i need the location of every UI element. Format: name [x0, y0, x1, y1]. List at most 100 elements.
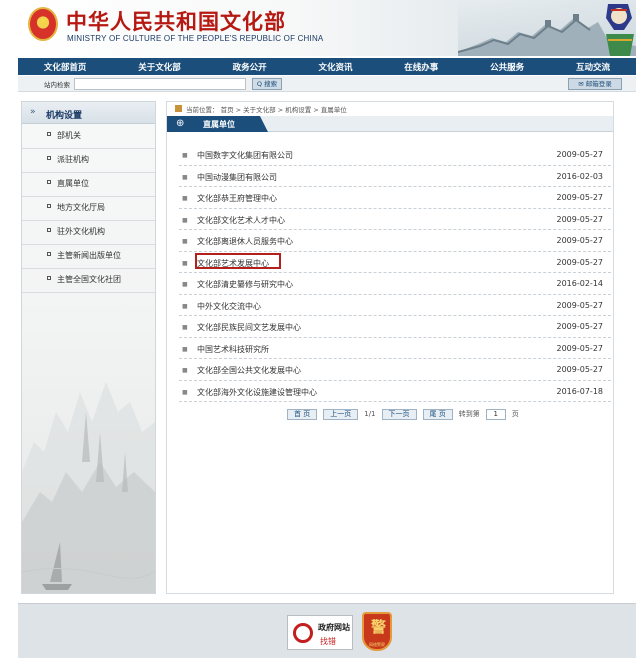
unit-date: 2009-05-27	[556, 322, 604, 331]
search-input[interactable]	[74, 78, 246, 90]
first-page-button[interactable]: 首 页	[287, 408, 318, 420]
sidebar-item-label: 部机关	[57, 131, 81, 140]
nav-home[interactable]: 文化部首页	[44, 61, 87, 73]
sidebar-item-dispatched-agencies[interactable]: 派驻机构	[22, 149, 155, 173]
bullet-icon	[47, 132, 51, 136]
bullet-icon: ■	[182, 216, 188, 224]
section-tab-label: 直属单位	[203, 120, 235, 129]
content-panel: 当前位置： 首页 > 关于文化部 > 机构设置 > 直属单位 ⊕ 直属单位 ■ 中…	[166, 101, 614, 594]
bullet-icon: ■	[182, 195, 188, 202]
search-button[interactable]: Q 搜索	[252, 78, 282, 90]
bullet-icon: ■	[182, 345, 188, 353]
sidebar-title: 机构设置	[46, 111, 83, 121]
unit-link[interactable]: 中国艺术科技研究所	[197, 344, 269, 355]
list-item: ■ 文化部文化艺术人才中心 2009-05-27	[179, 209, 611, 230]
bullet-icon: ■	[182, 302, 188, 310]
chevron-right-icon: »	[30, 107, 36, 117]
bullet-icon	[47, 276, 51, 280]
list-item: ■ 中国数字文化集团有限公司 2009-05-27	[179, 144, 611, 166]
bullet-icon: ■	[182, 152, 188, 159]
unit-link[interactable]: 文化部恭王府管理中心	[197, 193, 277, 204]
nav-interaction[interactable]: 互动交流	[576, 61, 610, 73]
gov-site-report-error-button[interactable]: 政府网站 找错	[287, 615, 353, 650]
list-item: ■ 文化部全国公共文化发展中心 2009-05-27	[179, 359, 611, 381]
sidebar-item-label: 驻外文化机构	[57, 227, 105, 236]
unit-link[interactable]: 文化部清史纂修与研究中心	[197, 279, 293, 290]
bullet-icon: ■	[182, 173, 188, 181]
sidebar-item-ministry-departments[interactable]: 部机关	[22, 125, 155, 149]
sidebar: » 机构设置 部机关 派驻机构 直属单位 地方文化厅局 驻外文化机构 主管新闻出…	[21, 101, 156, 594]
national-emblem-icon: ★	[28, 7, 58, 41]
bullet-icon	[47, 228, 51, 232]
police-badge-glyph: 警	[371, 618, 387, 636]
sidebar-item-affiliated-units[interactable]: 直属单位	[22, 173, 155, 197]
bullet-icon: ■	[182, 367, 188, 374]
unit-link[interactable]: 文化部全国公共文化发展中心	[197, 365, 301, 376]
unit-date: 2009-05-27	[556, 236, 604, 245]
gov-site-action: 找错	[320, 637, 336, 646]
mail-login-button[interactable]: ✉ 邮箱登录	[568, 78, 622, 90]
nav-public-services[interactable]: 公共服务	[490, 61, 524, 73]
sidebar-item-local-bureaus[interactable]: 地方文化厅局	[22, 197, 155, 221]
unit-date: 2009-05-27	[556, 300, 604, 310]
unit-link[interactable]: 中国数字文化集团有限公司	[197, 150, 293, 161]
search-label: 站内检索	[44, 81, 70, 89]
sidebar-item-label: 地方文化厅局	[57, 203, 105, 212]
list-item: ■ 文化部民族民间文艺发展中心 2009-05-27	[179, 316, 611, 338]
unit-date: 2016-02-14	[556, 279, 604, 288]
sidebar-item-cultural-societies[interactable]: 主管全国文化社团	[22, 269, 155, 293]
site-subtitle: MINISTRY OF CULTURE OF THE PEOPLE'S REPU…	[67, 34, 324, 43]
unit-link[interactable]: 文化部离退休人员服务中心	[197, 236, 293, 247]
unit-date: 2009-05-27	[556, 257, 604, 267]
bullet-icon: ■	[182, 388, 188, 396]
bullet-icon: ■	[182, 281, 188, 288]
police-badge-icon[interactable]: 警 网络警察	[362, 612, 392, 651]
bullet-icon	[47, 252, 51, 256]
list-item: ■ 文化部恭王府管理中心 2009-05-27	[179, 187, 611, 209]
nav-news[interactable]: 文化资讯	[318, 61, 352, 73]
prev-page-button[interactable]: 上一页	[323, 408, 359, 420]
police-badge-label: 网络警察	[369, 642, 385, 647]
unit-date: 2009-05-27	[556, 343, 604, 353]
last-page-button[interactable]: 尾 页	[422, 408, 453, 420]
bullet-icon	[47, 204, 51, 208]
nav-gov-affairs[interactable]: 政务公开	[233, 61, 267, 73]
page-number-input[interactable]: 1	[485, 408, 506, 420]
goto-label: 转到第	[458, 410, 480, 418]
highlight-box	[195, 253, 281, 269]
site-header: ★ 中华人民共和国文化部 MINISTRY OF CULTURE OF THE …	[18, 0, 636, 56]
list-item: ■ 文化部清史纂修与研究中心 2016-02-14	[179, 273, 611, 295]
sidebar-header: » 机构设置	[22, 102, 155, 124]
bullet-icon	[47, 180, 51, 184]
list-item: ■ 文化部离退休人员服务中心 2009-05-27	[179, 230, 611, 252]
list-item: ■ 中外文化交流中心 2009-05-27	[179, 295, 611, 316]
nav-about[interactable]: 关于文化部	[138, 61, 181, 73]
nav-online-services[interactable]: 在线办事	[404, 61, 438, 73]
unit-link[interactable]: 文化部海外文化设施建设管理中心	[197, 387, 317, 398]
page-suffix: 页	[511, 410, 519, 418]
main-nav: 文化部首页 关于文化部 政务公开 文化资讯 在线办事 公共服务 互动交流	[18, 58, 636, 75]
unit-date: 2016-07-18	[556, 386, 604, 396]
page: ★ 中华人民共和国文化部 MINISTRY OF CULTURE OF THE …	[0, 0, 640, 658]
sidebar-item-press-publishing[interactable]: 主管新闻出版单位	[22, 245, 155, 269]
sidebar-item-label: 主管新闻出版单位	[57, 251, 121, 260]
sidebar-item-label: 派驻机构	[57, 155, 89, 164]
unit-date: 2009-05-27	[556, 193, 604, 202]
sidebar-item-label: 直属单位	[57, 179, 89, 188]
list-item: ■ 文化部海外文化设施建设管理中心 2016-07-18	[179, 381, 611, 402]
unit-link[interactable]: 文化部文化艺术人才中心	[197, 215, 285, 226]
site-title: 中华人民共和国文化部	[66, 9, 286, 34]
ink-landscape-image	[22, 382, 155, 593]
unit-date: 2009-05-27	[556, 150, 604, 159]
unit-link[interactable]: 中外文化交流中心	[197, 301, 261, 312]
next-page-button[interactable]: 下一页	[381, 408, 417, 420]
breadcrumb: 当前位置： 首页 > 关于文化部 > 机构设置 > 直属单位	[186, 106, 347, 114]
unit-link[interactable]: 中国动漫集团有限公司	[197, 172, 277, 183]
unit-link[interactable]: 文化部民族民间文艺发展中心	[197, 322, 301, 333]
footer: 政府网站 找错 警 网络警察	[18, 603, 636, 658]
magnifier-icon	[293, 623, 313, 643]
page-status: 1/1	[364, 410, 376, 418]
list-item: ■ 中国艺术科技研究所 2009-05-27	[179, 338, 611, 359]
bullet-icon: ■	[182, 238, 188, 245]
sidebar-item-overseas-institutions[interactable]: 驻外文化机构	[22, 221, 155, 245]
